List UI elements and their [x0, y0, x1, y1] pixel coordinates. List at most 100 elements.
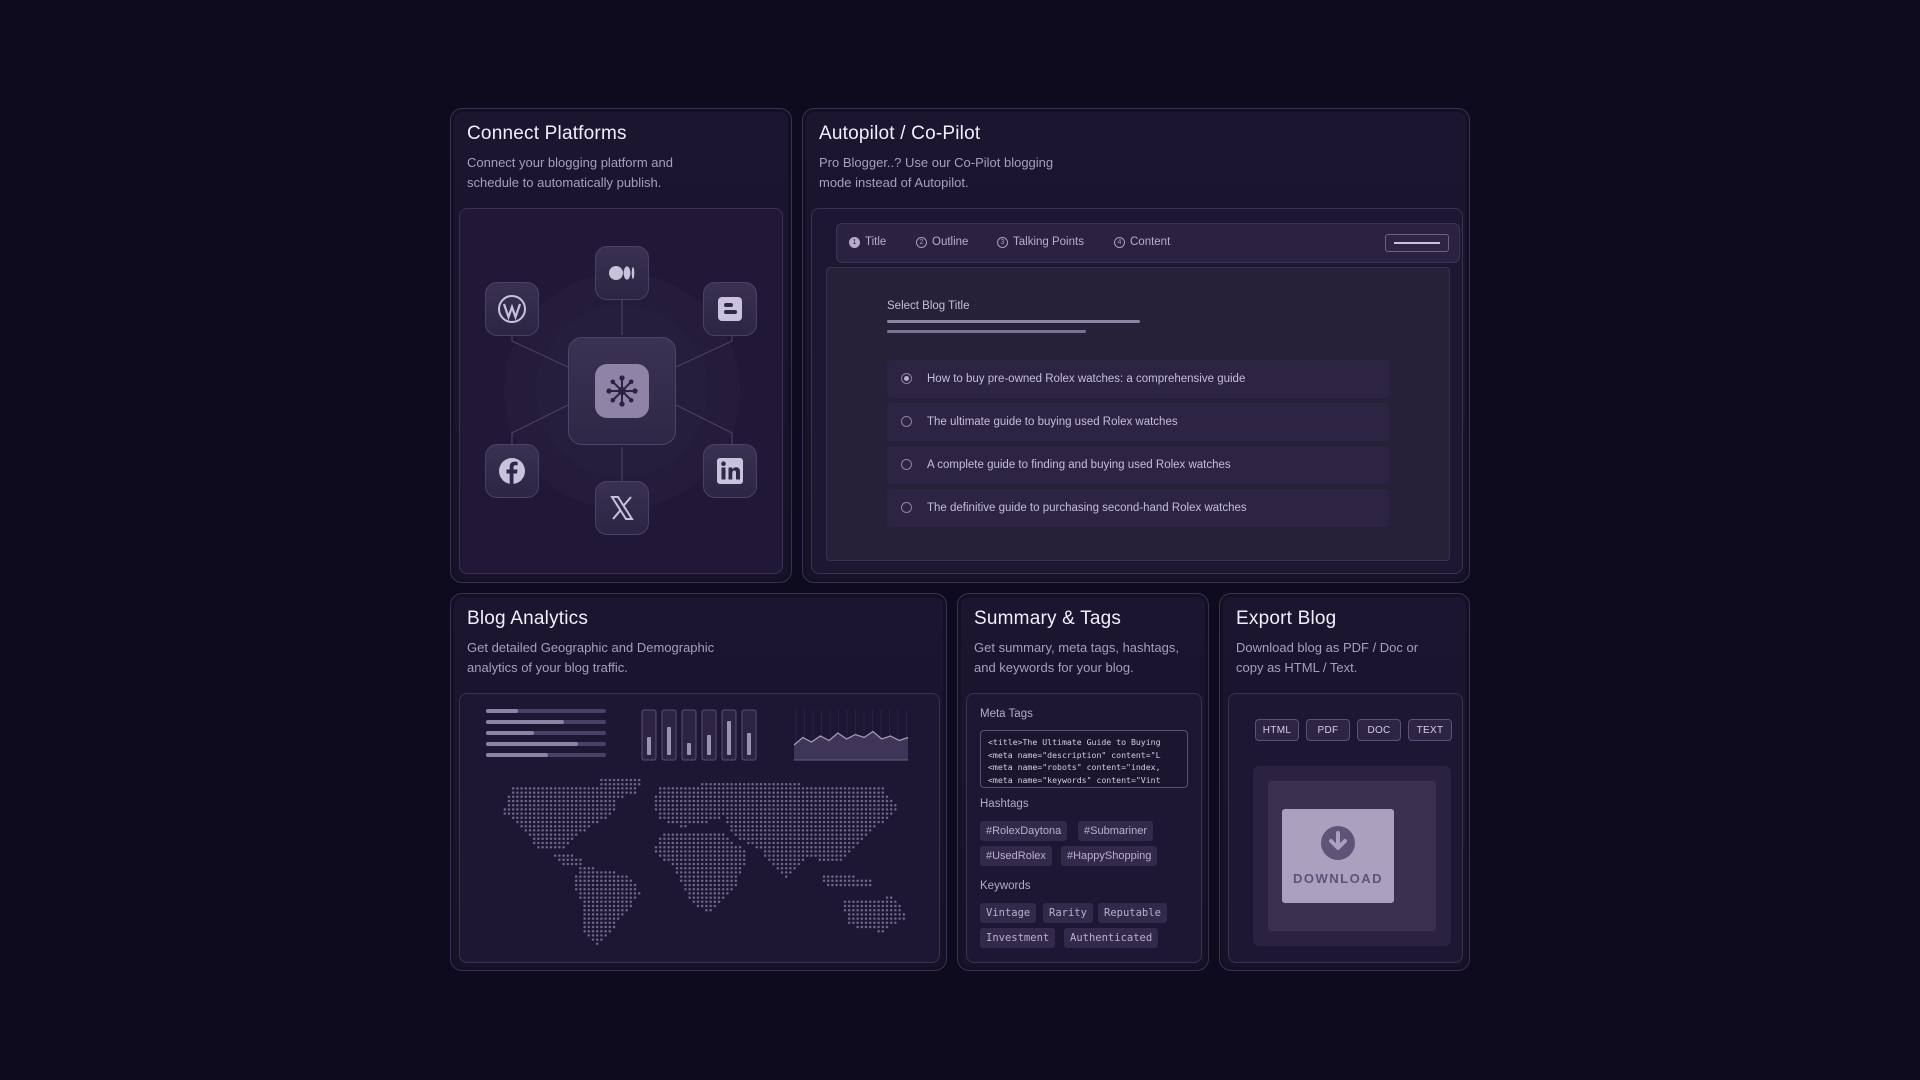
map-dot: [625, 900, 628, 904]
title-option[interactable]: A complete guide to finding and buying u…: [887, 446, 1389, 484]
map-dot: [692, 892, 696, 895]
radio[interactable]: [901, 502, 912, 513]
tab-talking-points[interactable]: 3 Talking Points: [997, 236, 1084, 248]
map-dot: [713, 833, 717, 836]
download-button[interactable]: DOWNLOAD: [1282, 809, 1394, 903]
map-dot: [562, 820, 565, 824]
map-dot: [847, 791, 851, 794]
map-dot: [860, 904, 864, 908]
format-html-button[interactable]: HTML: [1255, 719, 1299, 741]
map-dot: [562, 816, 565, 820]
format-pdf-button[interactable]: PDF: [1306, 719, 1350, 741]
map-dot: [810, 820, 813, 824]
medium-node[interactable]: [595, 246, 649, 300]
map-dot: [868, 908, 872, 912]
map-dot: [755, 799, 759, 803]
map-dot: [894, 808, 897, 811]
map-dot: [608, 787, 612, 790]
map-dot: [541, 799, 544, 803]
map-dot: [784, 824, 788, 828]
keyword-chip[interactable]: Rarity: [1043, 903, 1093, 923]
tab-outline[interactable]: 2 Outline: [916, 236, 968, 248]
hashtag-chip[interactable]: #UsedRolex: [980, 846, 1052, 866]
radio[interactable]: [901, 459, 912, 470]
map-dot: [562, 808, 565, 811]
map-dot: [696, 900, 700, 904]
hashtag-chip[interactable]: #HappyShopping: [1061, 846, 1158, 866]
map-dot: [612, 887, 616, 891]
map-dot: [742, 787, 746, 790]
map-dot: [805, 845, 809, 849]
map-dot: [583, 787, 586, 790]
map-dot: [784, 833, 788, 836]
map-dot: [566, 795, 570, 799]
map-dot: [713, 866, 717, 870]
map-dot: [713, 858, 717, 862]
title-option[interactable]: The ultimate guide to buying used Rolex …: [887, 403, 1389, 441]
radio[interactable]: [901, 416, 912, 427]
hashtag-chip[interactable]: #Submariner: [1078, 821, 1153, 841]
map-dot: [873, 803, 876, 807]
map-dot: [684, 820, 687, 824]
tab-content[interactable]: 4 Content: [1114, 236, 1170, 248]
map-dot: [696, 862, 700, 866]
map-dot: [734, 829, 738, 832]
x-node[interactable]: [595, 481, 649, 535]
map-dot: [852, 787, 855, 790]
next-button[interactable]: [1385, 234, 1449, 252]
map-dot: [747, 820, 750, 824]
wordpress-node[interactable]: [485, 282, 539, 336]
download-arrow-icon: [1321, 826, 1355, 860]
map-dot: [726, 887, 729, 891]
map-dot: [604, 787, 607, 790]
map-dot: [549, 795, 553, 799]
map-dot: [608, 883, 612, 887]
map-dot: [860, 791, 864, 794]
map-dot: [608, 799, 612, 803]
map-dot: [675, 799, 679, 803]
keyword-chip[interactable]: Reputable: [1098, 903, 1167, 923]
step-number: 3: [997, 236, 1008, 248]
map-dot: [734, 824, 738, 828]
map-dot: [889, 803, 893, 807]
tab-title[interactable]: 1 Title: [849, 236, 886, 248]
map-dot: [541, 787, 544, 790]
facebook-node[interactable]: [485, 444, 539, 498]
format-doc-button[interactable]: DOC: [1357, 719, 1401, 741]
linkedin-node[interactable]: [703, 444, 757, 498]
download-label: DOWNLOAD: [1293, 871, 1383, 886]
map-dot: [587, 934, 591, 937]
map-dot: [688, 883, 691, 887]
map-dot: [864, 824, 868, 828]
keyword-chip[interactable]: Vintage: [980, 903, 1037, 923]
map-dot: [784, 816, 788, 820]
format-text-button[interactable]: TEXT: [1408, 719, 1452, 741]
map-dot: [545, 787, 549, 790]
map-dot: [684, 795, 687, 799]
map-dot: [545, 837, 549, 841]
title-option[interactable]: The definitive guide to purchasing secon…: [887, 489, 1389, 527]
keyword-chip[interactable]: Investment: [980, 928, 1056, 948]
linkedin-icon: [717, 458, 743, 484]
map-dot: [595, 942, 599, 946]
map-dot: [755, 795, 759, 799]
map-dot: [839, 799, 843, 803]
map-dot: [885, 925, 889, 929]
map-dot: [562, 837, 565, 841]
map-dot: [742, 795, 746, 799]
map-dot: [835, 803, 838, 807]
map-dot: [721, 850, 725, 853]
hashtag-chip[interactable]: #RolexDaytona: [980, 821, 1068, 841]
map-dot: [692, 896, 696, 899]
radio-selected[interactable]: [901, 373, 912, 384]
map-dot: [847, 879, 851, 883]
title-option[interactable]: How to buy pre-owned Rolex watches: a co…: [887, 360, 1389, 398]
map-dot: [566, 833, 570, 836]
blogger-node[interactable]: [703, 282, 757, 336]
meta-tags-code[interactable]: <title>The Ultimate Guide to Buying <met…: [980, 730, 1188, 788]
map-dot: [688, 887, 691, 891]
map-dot: [793, 850, 796, 853]
keyword-chip[interactable]: Authenticated: [1064, 928, 1159, 948]
map-dot: [587, 879, 591, 883]
map-dot: [755, 787, 759, 790]
